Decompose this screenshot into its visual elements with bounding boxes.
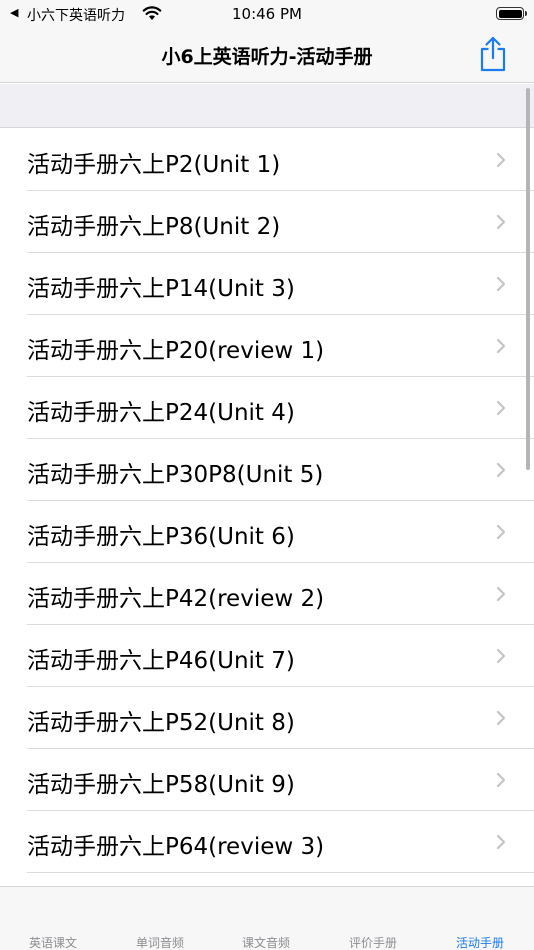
list-item-label: 活动手册六上P58(Unit 9) [27, 772, 295, 798]
list-item[interactable]: 活动手册六上P30P8(Unit 5) [0, 439, 534, 501]
chevron-right-icon [496, 152, 506, 168]
list-item-label: 活动手册六上P36(Unit 6) [27, 524, 295, 550]
tab-item[interactable]: 英语课文 [0, 934, 106, 950]
section-header [0, 84, 534, 128]
list-item-label: 活动手册六上P8(Unit 2) [27, 214, 281, 240]
list-item-label: 活动手册六上P64(review 3) [27, 834, 325, 860]
navigation-bar: 小6上英语听力-活动手册 [0, 28, 534, 83]
list-item[interactable]: 活动手册六上P36(Unit 6) [0, 501, 534, 563]
chevron-right-icon [496, 400, 506, 416]
list-item[interactable]: 活动手册六上P52(Unit 8) [0, 687, 534, 749]
chevron-right-icon [496, 710, 506, 726]
chevron-right-icon [496, 834, 506, 850]
share-icon[interactable] [478, 35, 508, 73]
chevron-right-icon [496, 772, 506, 788]
chevron-right-icon [496, 214, 506, 230]
battery-icon [496, 7, 527, 20]
list-item[interactable]: 活动手册六上P58(Unit 9) [0, 749, 534, 811]
tab-item[interactable]: 评价手册 [320, 934, 426, 950]
list-item[interactable]: 活动手册六上P14(Unit 3) [0, 253, 534, 315]
tab-item[interactable]: 单词音频 [107, 934, 213, 950]
list-item-label: 活动手册六上P30P8(Unit 5) [27, 462, 324, 488]
chevron-right-icon [496, 338, 506, 354]
list-item-label: 活动手册六上P52(Unit 8) [27, 710, 295, 736]
tab-item[interactable]: 活动手册 [427, 934, 533, 950]
list-item[interactable]: 活动手册六上P46(Unit 7) [0, 625, 534, 687]
status-bar: ◀ 小六下英语听力 10:46 PM [0, 0, 534, 28]
chevron-right-icon [496, 586, 506, 602]
list-item-label: 活动手册六上P46(Unit 7) [27, 648, 295, 674]
chapter-list: 活动手册六上P2(Unit 1) 活动手册六上P8(Unit 2) 活动手册六上P1… [0, 129, 534, 873]
list-item[interactable]: 活动手册六上P24(Unit 4) [0, 377, 534, 439]
page-title: 小6上英语听力-活动手册 [161, 46, 373, 68]
list-item[interactable]: 活动手册六上P2(Unit 1) [0, 129, 534, 191]
chevron-right-icon [496, 648, 506, 664]
list-item-label: 活动手册六上P24(Unit 4) [27, 400, 295, 426]
status-time: 10:46 PM [232, 5, 302, 23]
list-item[interactable]: 活动手册六上P8(Unit 2) [0, 191, 534, 253]
tab-item[interactable]: 课文音频 [213, 934, 319, 950]
chevron-right-icon [496, 276, 506, 292]
list-item[interactable]: 活动手册六上P20(review 1) [0, 315, 534, 377]
list-item-label: 活动手册六上P20(review 1) [27, 338, 325, 364]
list-item[interactable]: 活动手册六上P64(review 3) [0, 811, 534, 873]
chevron-right-icon [496, 524, 506, 540]
tab-bar: 英语课文 单词音频 课文音频 评价手册 活动手册 [0, 886, 534, 950]
scrollbar[interactable] [526, 88, 530, 470]
list-item-label: 活动手册六上P14(Unit 3) [27, 276, 295, 302]
list-item-label: 活动手册六上P42(review 2) [27, 586, 325, 612]
list-item[interactable]: 活动手册六上P42(review 2) [0, 563, 534, 625]
chevron-right-icon [496, 462, 506, 478]
list-item-label: 活动手册六上P2(Unit 1) [27, 152, 281, 178]
